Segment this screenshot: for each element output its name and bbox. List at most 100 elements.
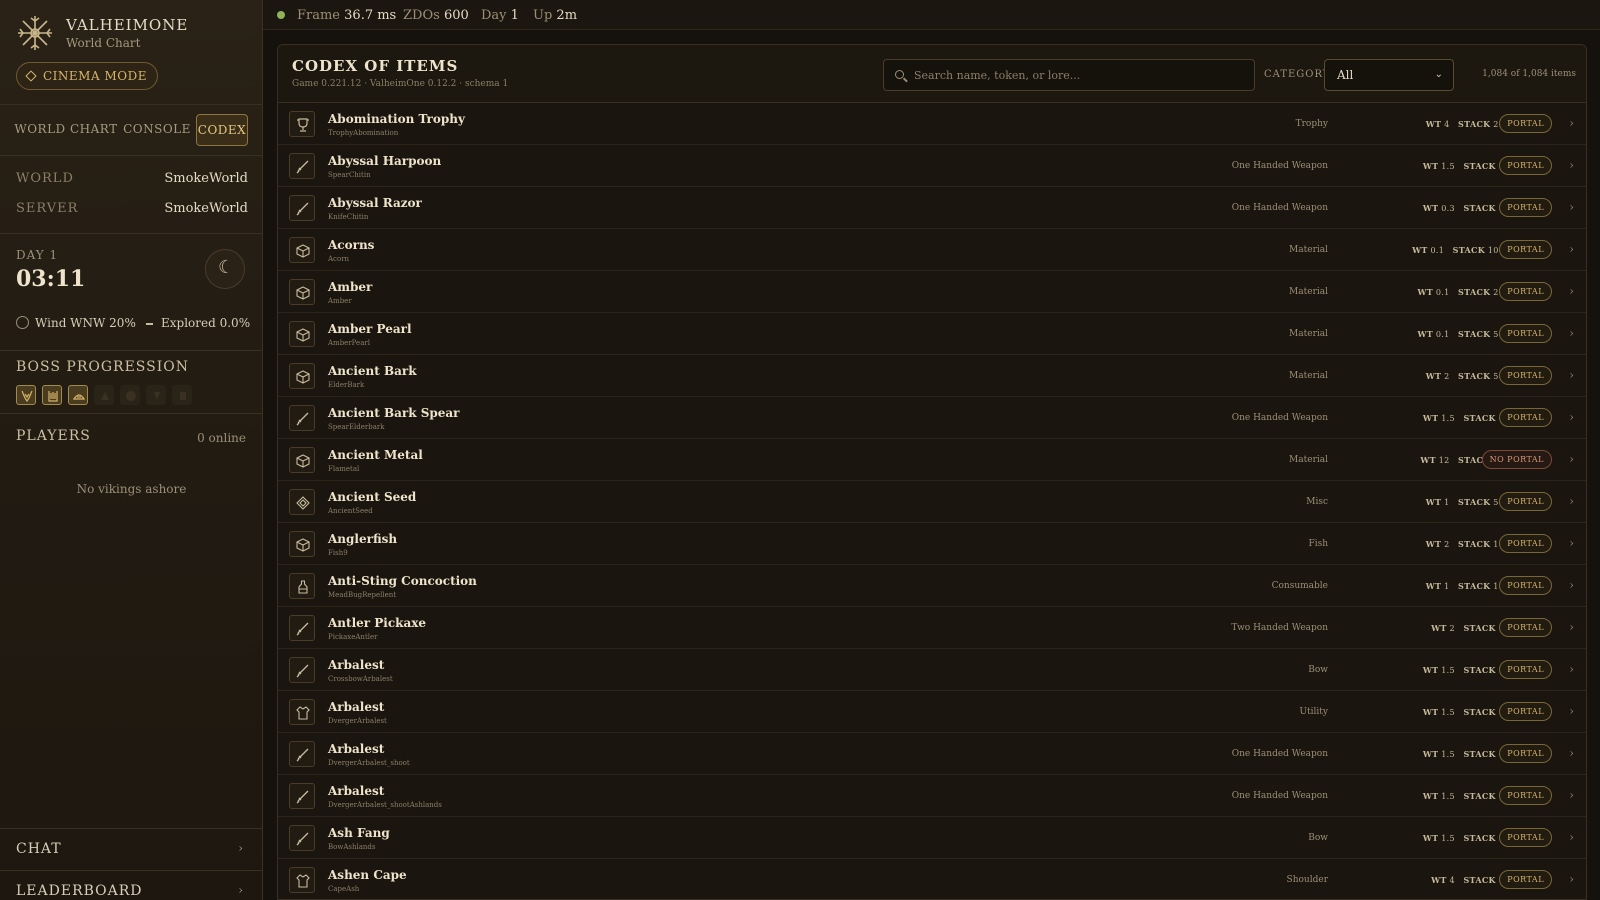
misc-icon [289, 489, 315, 515]
chevron-down-icon: ⌄ [1434, 69, 1443, 80]
item-name: Amber Pearl [328, 322, 412, 336]
boss-elder-icon[interactable] [42, 385, 62, 405]
item-token: KnifeChitin [328, 213, 369, 221]
wind-text: Wind WNW 20% [35, 316, 136, 330]
item-row[interactable]: Amber Pearl AmberPearl Material WT 0.1 STAC… [278, 313, 1586, 355]
item-row[interactable]: Acorns Acorn Material WT 0.1 STACK 100 PORTA… [278, 229, 1586, 271]
item-name: Arbalest [328, 658, 385, 672]
item-row[interactable]: Abyssal Harpoon SpearChitin One Handed Wea… [278, 145, 1586, 187]
item-weight: 1.5 [1441, 750, 1455, 759]
item-row[interactable]: Ancient Seed AncientSeed Misc WT 1 STACK 50… [278, 481, 1586, 523]
chevron-right-icon[interactable]: › [1569, 158, 1574, 172]
sidebar: VALHEIMONE World Chart CINEMA MODE WORLD… [0, 0, 263, 900]
item-weight: 2 [1449, 624, 1455, 633]
item-category: Consumable [1271, 581, 1328, 591]
stack-label: STACK [1458, 497, 1491, 507]
weight-label: WT [1422, 707, 1439, 717]
weight-label: WT [1412, 245, 1428, 255]
leaderboard-drawer[interactable]: LEADERBOARD › [0, 870, 263, 900]
weapon-icon [289, 615, 315, 641]
search-input[interactable] [914, 60, 1244, 90]
leaderboard-label: LEADERBOARD [16, 883, 143, 899]
portal-badge: PORTAL [1499, 702, 1552, 721]
app-subtitle: World Chart [66, 36, 141, 50]
boss-yagluth-icon[interactable] [120, 385, 140, 405]
weapon-icon [289, 195, 315, 221]
chevron-right-icon[interactable]: › [1569, 452, 1574, 466]
chevron-right-icon[interactable]: › [1569, 368, 1574, 382]
item-row[interactable]: Ancient Metal Flametal Material WT 12 STACK… [278, 439, 1586, 481]
item-row[interactable]: Antler Pickaxe PickaxeAntler Two Handed We… [278, 607, 1586, 649]
item-name: Acorns [328, 238, 375, 252]
stack-label: STACK [1458, 329, 1491, 339]
chevron-right-icon[interactable]: › [1569, 662, 1574, 676]
boss-bonemass-icon[interactable] [68, 385, 88, 405]
item-name: Ancient Bark [328, 364, 417, 378]
item-token: DvergerArbalest_shootAshlands [328, 801, 442, 809]
item-row[interactable]: Arbalest DvergerArbalest_shootAshlands One… [278, 775, 1586, 817]
portal-badge: PORTAL [1499, 534, 1552, 553]
boss-queen-icon[interactable] [146, 385, 166, 405]
day-label: DAY 1 [16, 248, 59, 262]
uptime-value: 2m [556, 8, 578, 23]
chevron-right-icon[interactable]: › [1569, 872, 1574, 886]
boss-moder-icon[interactable] [94, 385, 114, 405]
category-select[interactable]: All ⌄ [1324, 59, 1454, 91]
chevron-right-icon[interactable]: › [1569, 536, 1574, 550]
weapon-icon [289, 405, 315, 431]
chevron-right-icon[interactable]: › [1569, 620, 1574, 634]
chevron-right-icon[interactable]: › [1569, 284, 1574, 298]
item-list: Abomination Trophy TrophyAbomination Troph… [278, 103, 1586, 899]
chevron-right-icon[interactable]: › [1569, 788, 1574, 802]
explored-status: Explored 0.0% [146, 316, 250, 330]
portal-badge: PORTAL [1499, 870, 1552, 889]
item-row[interactable]: Abomination Trophy TrophyAbomination Troph… [278, 103, 1586, 145]
chevron-right-icon[interactable]: › [1569, 116, 1574, 130]
portal-badge: PORTAL [1499, 240, 1552, 259]
item-row[interactable]: Ashen Cape CapeAsh Shoulder WT 4 STACK 1POR… [278, 859, 1586, 899]
chevron-right-icon[interactable]: › [1569, 200, 1574, 214]
tab-world-chart[interactable]: WORLD CHART [14, 114, 118, 146]
portal-badge: PORTAL [1499, 156, 1552, 175]
item-weight: 4 [1444, 120, 1450, 129]
chevron-right-icon[interactable]: › [1569, 830, 1574, 844]
item-row[interactable]: Anti-Sting Concoction MeadBugRepellent Con… [278, 565, 1586, 607]
item-category: Material [1289, 329, 1328, 339]
chevron-right-icon[interactable]: › [1569, 494, 1574, 508]
item-name: Ancient Seed [328, 490, 417, 504]
chat-drawer[interactable]: CHAT › [0, 828, 263, 868]
boss-fader-icon[interactable] [172, 385, 192, 405]
portal-badge: NO PORTAL [1481, 450, 1552, 469]
item-row[interactable]: Abyssal Razor KnifeChitin One Handed Weapo… [278, 187, 1586, 229]
item-row[interactable]: Ancient Bark Spear SpearElderbark One Hand… [278, 397, 1586, 439]
chevron-right-icon[interactable]: › [1569, 704, 1574, 718]
cinema-mode-button[interactable]: CINEMA MODE [16, 62, 158, 90]
item-row[interactable]: Arbalest DvergerArbalest Utility WT 1.5 STA… [278, 691, 1586, 733]
item-row[interactable]: Arbalest CrossbowArbalest Bow WT 1.5 STACK … [278, 649, 1586, 691]
item-token: SpearChitin [328, 171, 371, 179]
item-row[interactable]: Ash Fang BowAshlands Bow WT 1.5 STACK 1PORT… [278, 817, 1586, 859]
item-category: Fish [1308, 539, 1328, 549]
boss-eikthyr-icon[interactable] [16, 385, 36, 405]
tab-codex[interactable]: CODEX [196, 114, 248, 146]
players-title: PLAYERS [16, 428, 91, 444]
day-night-toggle[interactable]: ☾ [205, 249, 245, 289]
weight-label: WT [1417, 287, 1434, 297]
item-weight: 1.5 [1441, 666, 1455, 675]
stack-label: STACK [1463, 665, 1496, 675]
item-name: Anti-Sting Concoction [328, 574, 477, 588]
chevron-right-icon[interactable]: › [1569, 410, 1574, 424]
chevron-right-icon[interactable]: › [1569, 746, 1574, 760]
chevron-right-icon[interactable]: › [1569, 242, 1574, 256]
chevron-right-icon[interactable]: › [1569, 578, 1574, 592]
weight-label: WT [1425, 119, 1442, 129]
search-icon [895, 70, 904, 79]
item-row[interactable]: Ancient Bark ElderBark Material WT 2 STACK … [278, 355, 1586, 397]
item-row[interactable]: Anglerfish Fish9 Fish WT 2 STACK 10PORTAL › [278, 523, 1586, 565]
weapon-icon [289, 741, 315, 767]
item-row[interactable]: Amber Amber Material WT 0.1 STACK 20PORTAL › [278, 271, 1586, 313]
item-row[interactable]: Arbalest DvergerArbalest_shoot One Handed … [278, 733, 1586, 775]
item-category: One Handed Weapon [1231, 203, 1328, 213]
tab-console[interactable]: CONSOLE [122, 114, 192, 146]
chevron-right-icon[interactable]: › [1569, 326, 1574, 340]
